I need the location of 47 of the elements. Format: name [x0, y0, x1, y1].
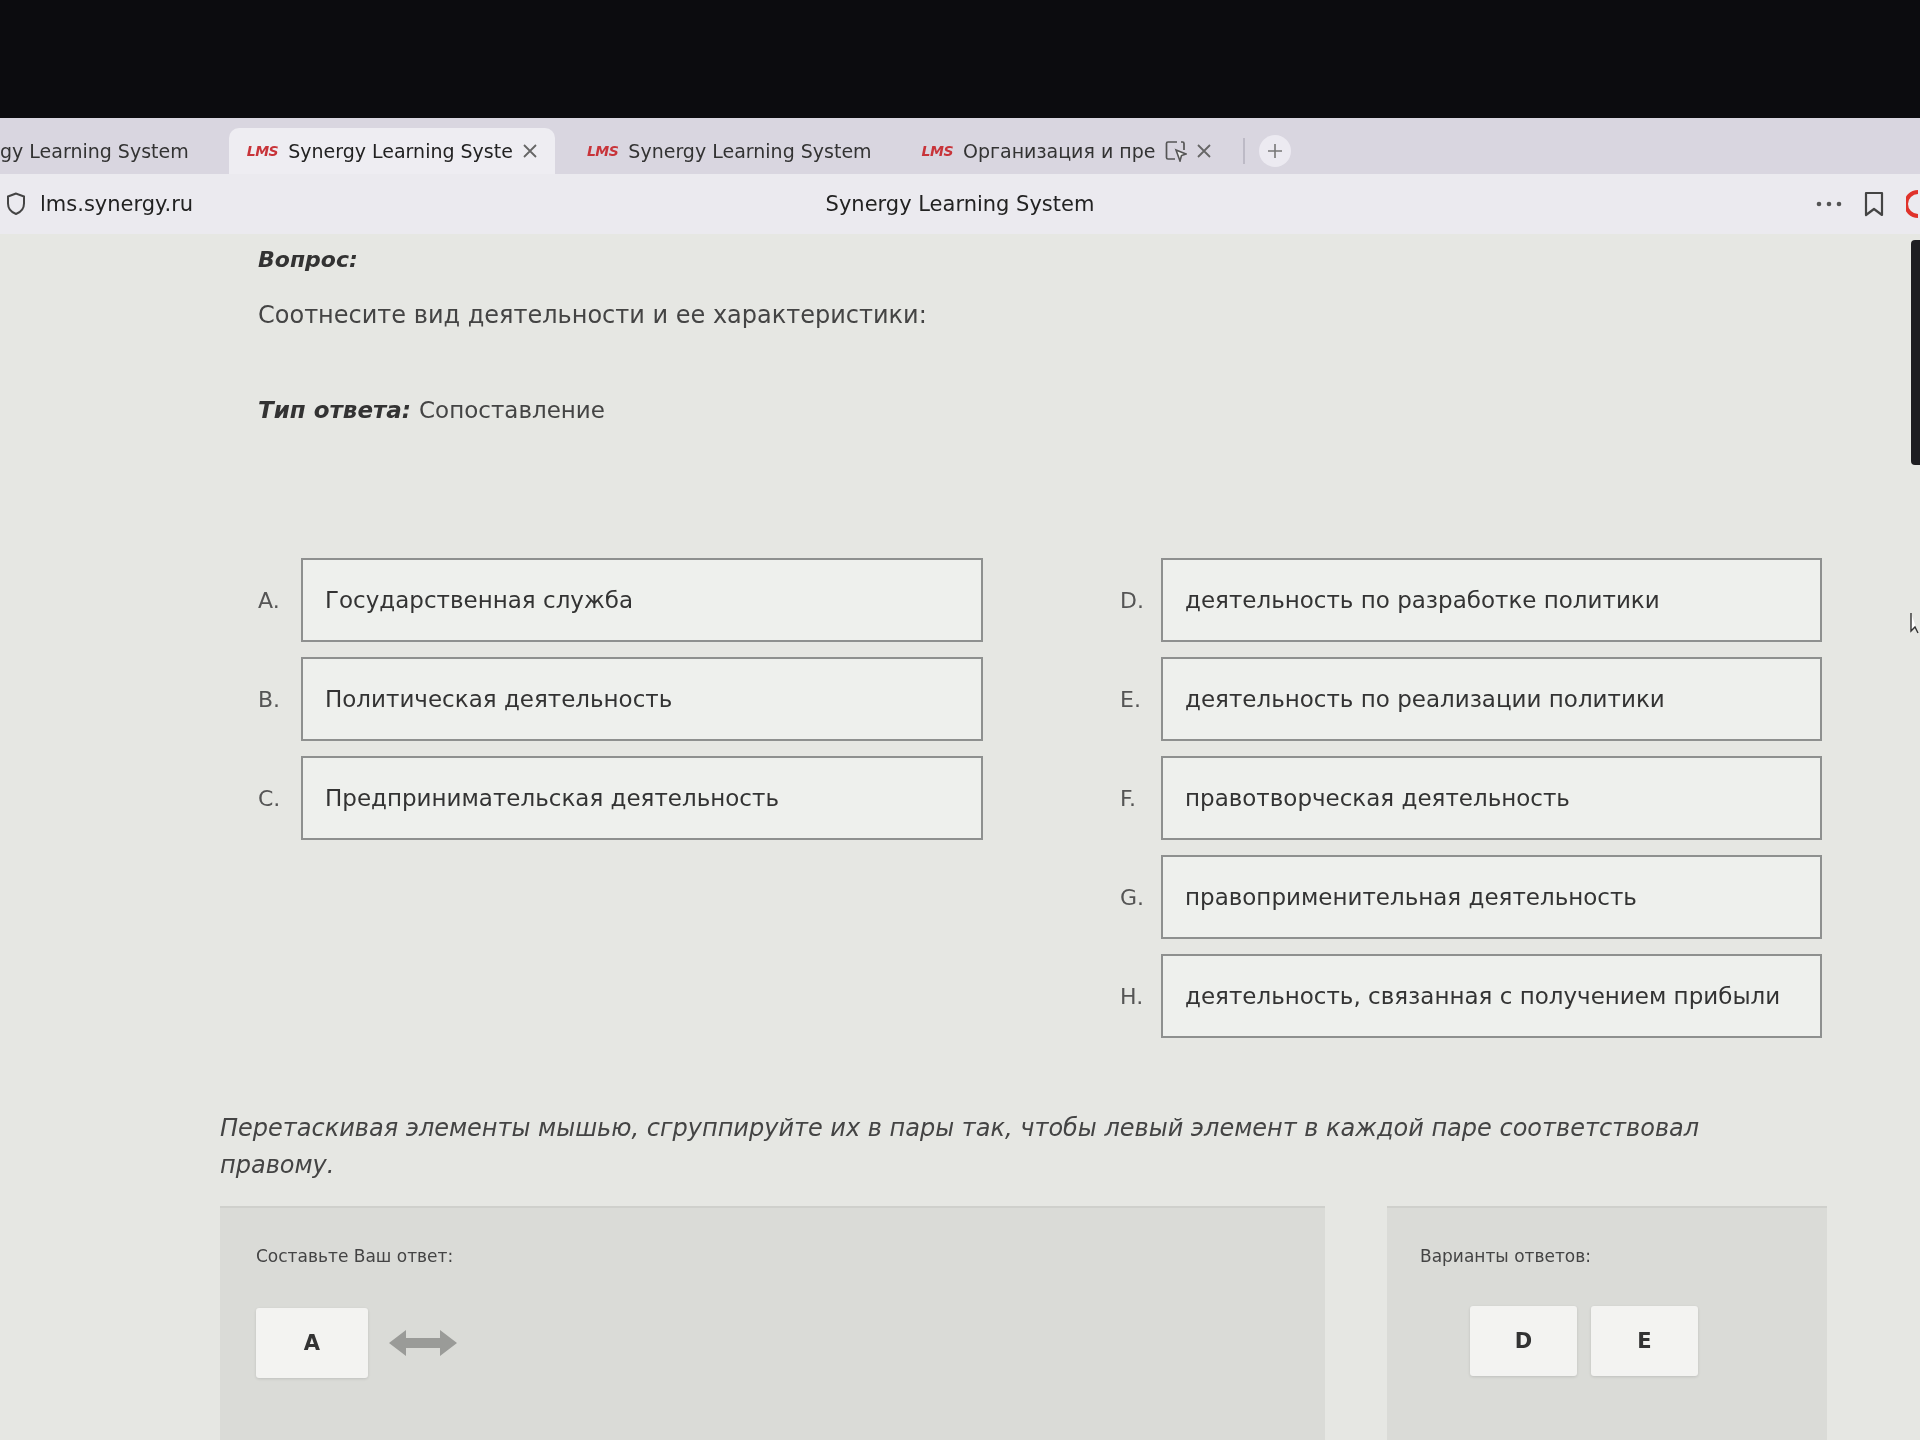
favicon-logo: LMS [246, 143, 279, 159]
question-text: Соотнесите вид деятельности и ее характеристики: [258, 300, 927, 331]
double-arrow-icon [388, 1328, 458, 1358]
page-title: Synergy Learning System [825, 192, 1095, 216]
browser-tab[interactable]: gy Learning System [0, 128, 215, 174]
browser-tab[interactable]: LMS Synergy Learning Syste [228, 128, 555, 174]
matching-item[interactable]: Предпринимательская деятельность [301, 756, 983, 840]
url-text[interactable]: lms.synergy.ru [40, 192, 194, 216]
panel-label: Варианты ответов: [1420, 1246, 1591, 1266]
close-icon[interactable] [1197, 144, 1212, 158]
answer-tile[interactable]: E [1591, 1306, 1698, 1376]
item-letter: C. [258, 785, 282, 811]
answer-tile[interactable]: A [256, 1308, 368, 1378]
item-letter: B. [258, 686, 282, 712]
favicon-logo: LMS [586, 143, 619, 159]
answer-type-label: Тип ответа: [258, 396, 412, 425]
screen-capture-icon[interactable] [1165, 140, 1188, 162]
bookmark-icon[interactable] [1864, 191, 1884, 217]
browser-tab[interactable]: LMS Организация и пре [903, 128, 1230, 174]
item-letter: E. [1120, 686, 1142, 712]
item-letter: A. [258, 587, 281, 613]
instruction-text: Перетаскивая элементы мышью, сгруппируйте их в пары так, чтобы левый элемент в каждой паре соответствовал правому. [220, 1113, 1701, 1181]
question-heading: Вопрос: [258, 246, 358, 274]
plus-icon [1267, 143, 1284, 159]
scrollbar[interactable] [1911, 240, 1920, 465]
answer-tile[interactable]: D [1470, 1306, 1577, 1376]
matching-item[interactable]: деятельность по реализации политики [1161, 657, 1822, 741]
ring-icon[interactable] [1906, 189, 1920, 219]
item-letter: G. [1120, 884, 1146, 910]
answer-type-value: Сопоставление [419, 396, 605, 425]
panel-label: Составьте Ваш ответ: [256, 1246, 454, 1266]
item-letter: H. [1120, 983, 1145, 1009]
matching-item[interactable]: правотворческая деятельность [1161, 756, 1822, 840]
shield-icon[interactable] [6, 192, 26, 216]
matching-item[interactable]: Политическая деятельность [301, 657, 983, 741]
more-icon[interactable] [1816, 201, 1842, 207]
item-letter: F. [1120, 785, 1138, 811]
matching-item[interactable]: деятельность по разработке политики [1161, 558, 1822, 642]
new-tab-button[interactable] [1259, 135, 1292, 167]
cursor-icon [1910, 612, 1920, 634]
browser-tab[interactable]: LMS Synergy Learning System [568, 128, 890, 174]
matching-item[interactable]: Государственная служба [301, 558, 983, 642]
close-icon[interactable] [522, 144, 537, 158]
item-letter: D. [1120, 587, 1145, 613]
favicon-logo: LMS [921, 143, 953, 159]
matching-item[interactable]: правоприменительная деятельность [1161, 855, 1822, 939]
matching-item[interactable]: деятельность, связанная с получением прибыли [1161, 954, 1822, 1038]
